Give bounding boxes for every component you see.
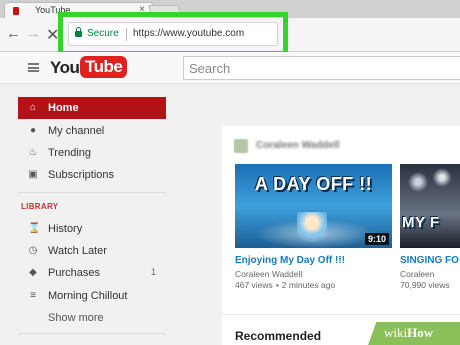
video-thumbnail[interactable]: A DAY OFF !! 9:10 — [235, 164, 392, 248]
address-bar-highlight: Secure https://www.youtube.com — [58, 12, 288, 56]
clock-icon: ◷ — [28, 245, 38, 256]
secure-label[interactable]: Secure — [87, 28, 119, 39]
sidebar-item-purchases[interactable]: ◆ Purchases 1 — [18, 262, 166, 284]
sidebar-item-label: My channel — [48, 125, 105, 137]
account-icon: ● — [29, 125, 37, 136]
recommended-heading: Recommended — [235, 329, 322, 343]
playlist-icon: ≡ — [30, 290, 36, 301]
sidebar-item-label: Subscriptions — [48, 169, 115, 181]
lock-icon[interactable] — [75, 27, 82, 37]
sidebar-item-label: Trending — [48, 147, 92, 159]
sidebar-divider — [18, 192, 166, 193]
url-text[interactable]: https://www.youtube.com — [133, 28, 244, 39]
search-placeholder: Search — [189, 61, 231, 76]
video-views: 70,990 views — [400, 280, 450, 290]
sidebar: ⌂ Home ● My channel ♨ Trending ▣ Subscri… — [0, 85, 176, 345]
wikihow-watermark: wikiHow — [384, 325, 433, 341]
home-icon: ⌂ — [29, 102, 37, 113]
sidebar-item-subscriptions[interactable]: ▣ Subscriptions — [18, 164, 166, 186]
main-feed: Coraleen Waddell A DAY OFF !! 9:10 MY F … — [222, 126, 460, 345]
sidebar-item-home[interactable]: ⌂ Home — [18, 97, 166, 119]
address-bar[interactable]: Secure https://www.youtube.com — [68, 22, 278, 46]
feed-divider — [222, 314, 460, 315]
hourglass-icon: ⌛ — [28, 223, 41, 234]
sidebar-item-morning-chillout[interactable]: ≡ Morning Chillout — [18, 285, 166, 307]
video-channel[interactable]: Coraleen — [400, 269, 435, 279]
watermark-how: How — [407, 325, 434, 340]
tag-icon: ◆ — [29, 267, 37, 278]
youtube-header: You Tube Search — [0, 52, 460, 84]
sidebar-item-history[interactable]: ⌛ History — [18, 218, 166, 240]
thumbnail-caption: A DAY OFF !! — [254, 174, 373, 194]
thumbnail-figure — [297, 212, 327, 248]
logo-you: You — [50, 58, 80, 77]
video-age: 2 minutes ago — [281, 280, 336, 290]
search-input[interactable]: Search — [183, 56, 460, 80]
video-duration: 9:10 — [364, 233, 389, 245]
sidebar-item-label: Purchases — [48, 267, 100, 279]
sidebar-item-trending[interactable]: ♨ Trending — [18, 142, 166, 164]
video-title[interactable]: SINGING FO — [400, 255, 459, 266]
thumbnail-crowd — [400, 164, 460, 209]
flame-icon: ♨ — [28, 147, 38, 158]
meta-separator: • — [275, 280, 279, 290]
library-section-title: LIBRARY — [21, 202, 59, 211]
video-channel[interactable]: Coraleen Waddell — [235, 269, 302, 279]
sidebar-item-label: History — [48, 223, 83, 235]
show-more-link[interactable]: Show more — [48, 312, 104, 324]
channel-avatar[interactable] — [234, 139, 248, 153]
menu-icon[interactable] — [28, 63, 39, 72]
video-meta: 467 views • 2 minutes ago — [235, 280, 335, 290]
address-separator — [126, 28, 127, 41]
sidebar-item-label: Morning Chillout — [48, 290, 128, 302]
video-title[interactable]: Enjoying My Day Off !!! — [235, 255, 345, 266]
sidebar-item-label: Home — [48, 102, 79, 114]
video-thumbnail[interactable]: MY F — [400, 164, 460, 248]
channel-name[interactable]: Coraleen Waddell — [256, 140, 340, 151]
forward-arrow-icon[interactable]: → — [26, 25, 41, 42]
subscriptions-icon: ▣ — [28, 169, 38, 180]
video-views: 467 views — [235, 280, 273, 290]
purchases-count: 1 — [150, 267, 156, 277]
sidebar-item-my-channel[interactable]: ● My channel — [18, 120, 166, 142]
watermark-wiki: wiki — [384, 325, 408, 340]
thumbnail-caption: MY F — [402, 214, 440, 231]
youtube-favicon-icon — [13, 7, 19, 15]
logo-tube: Tube — [80, 56, 128, 78]
sidebar-item-label: Watch Later — [48, 245, 107, 257]
back-arrow-icon[interactable]: ← — [6, 25, 21, 42]
sidebar-item-watch-later[interactable]: ◷ Watch Later — [18, 240, 166, 262]
sidebar-divider — [18, 333, 166, 334]
